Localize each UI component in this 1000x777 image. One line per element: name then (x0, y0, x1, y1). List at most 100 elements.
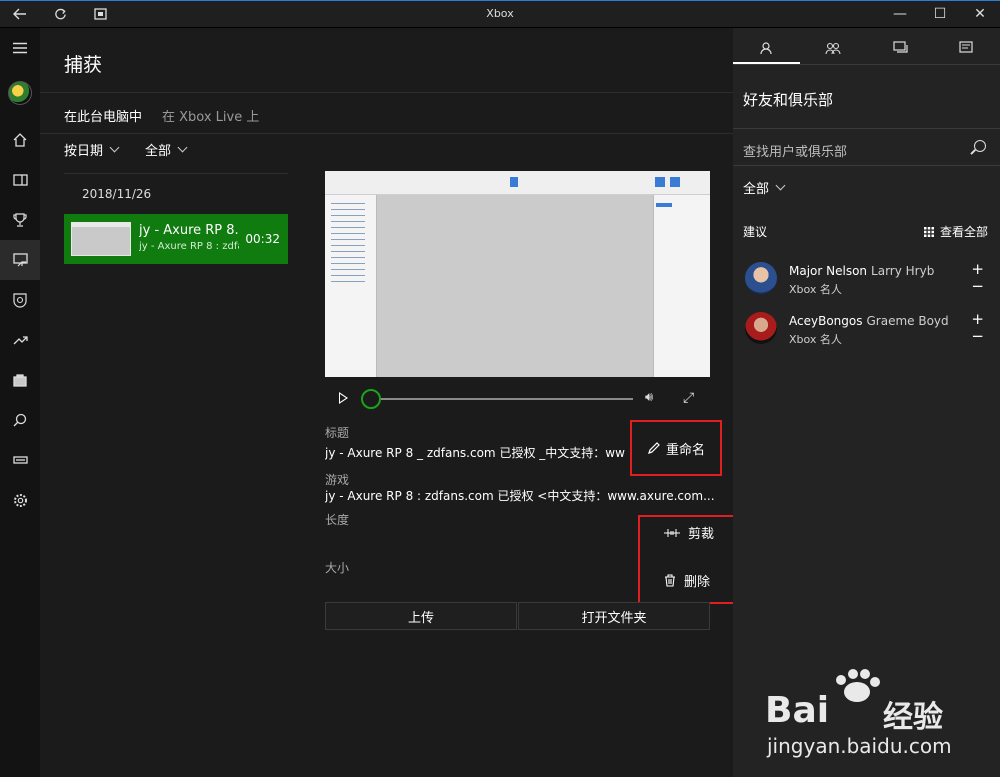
nav-achievements[interactable] (0, 200, 40, 240)
nav-trending[interactable] (0, 320, 40, 360)
party-tab[interactable] (813, 38, 853, 58)
divider (40, 133, 733, 134)
preview-line (331, 203, 365, 204)
friend-search-box[interactable]: 查找用户或俱乐部 (733, 128, 1000, 166)
add-friend-button[interactable]: + (971, 310, 984, 328)
friends-tab[interactable] (746, 38, 786, 58)
friend-name-line: AceyBongos Graeme Boyd (789, 314, 949, 328)
clubs-icon (13, 292, 27, 308)
title-value: jy - Axure RP 8 _ zdfans.com 已授权 _中文支持：w… (325, 446, 625, 460)
volume-icon[interactable]: 🔊︎ (645, 390, 653, 405)
capture-actions-menu: 剪裁 删除 (638, 515, 748, 604)
video-preview[interactable] (325, 171, 710, 377)
capture-list-item[interactable]: jy - Axure RP 8... jy - Axure RP 8 : zdf… (64, 214, 288, 264)
paw-logo-icon (836, 669, 880, 702)
activity-tab[interactable] (946, 38, 986, 58)
maximize-button[interactable]: ☐ (920, 0, 960, 28)
date-header: 2018/11/26 (82, 187, 152, 201)
messages-icon (892, 41, 908, 53)
delete-label: 删除 (684, 575, 711, 590)
friend-real-name: Graeme Boyd (866, 314, 949, 328)
menu-button[interactable] (0, 28, 40, 68)
profile-avatar[interactable] (8, 81, 32, 105)
friend-gamertag: AceyBongos (789, 314, 863, 328)
friend-name-line: Major Nelson Larry Hryb (789, 264, 934, 278)
divider (64, 173, 288, 174)
play-icon[interactable] (339, 392, 348, 404)
divider (733, 64, 1000, 65)
preview-line (331, 221, 365, 222)
upload-button[interactable]: 上传 (325, 602, 517, 630)
trim-button[interactable]: 剪裁 (664, 523, 714, 542)
grid-icon (923, 226, 934, 237)
nav-captures[interactable] (0, 240, 40, 280)
friends-panel: 好友和俱乐部 查找用户或俱乐部 全部 建议 查看全部 Major Nelson L… (733, 28, 1000, 777)
type-dropdown[interactable]: 全部 (145, 140, 188, 159)
captures-icon (12, 253, 28, 267)
dismiss-suggestion-button[interactable]: − (971, 277, 984, 295)
capture-thumbnail (71, 222, 131, 256)
seek-thumb[interactable] (361, 389, 381, 409)
preview-line (331, 275, 365, 276)
sort-dropdown[interactable]: 按日期 (64, 140, 120, 159)
preview-line (331, 263, 365, 264)
suggested-friend[interactable]: Major Nelson Larry Hryb Xbox 名人 + − (733, 260, 1000, 306)
nav-settings[interactable] (0, 480, 40, 520)
friends-filter-dropdown[interactable]: 全部 (743, 178, 786, 197)
captures-pane: 捕获 在此台电脑中 在 Xbox Live 上 按日期 全部 2018/11/2… (40, 28, 748, 777)
window-accent-line (0, 0, 1000, 1)
menu-icon (13, 42, 27, 54)
preview-app-sidebar (325, 195, 377, 377)
rename-button[interactable]: 重命名 (630, 420, 722, 476)
friends-icon (760, 42, 772, 55)
nav-game-dvr[interactable] (0, 160, 40, 200)
activity-feed-icon (959, 41, 973, 53)
size-label: 大小 (325, 561, 350, 575)
fullscreen-icon[interactable]: ⤢ (683, 390, 694, 406)
sort-dropdown-label: 按日期 (64, 144, 104, 159)
avatar (745, 262, 777, 294)
settings-icon (13, 493, 27, 507)
suggested-friend[interactable]: AceyBongos Graeme Boyd Xbox 名人 + − (733, 310, 1000, 356)
watermark-brand-cn: 经验 (883, 700, 943, 735)
see-all-button[interactable]: 查看全部 (923, 223, 988, 240)
nav-store[interactable] (0, 360, 40, 400)
divider (40, 92, 733, 93)
watermark-brand: Bai (765, 690, 830, 731)
preview-app-icon (655, 177, 665, 187)
preview-line (331, 233, 365, 234)
preview-line (331, 209, 365, 210)
dismiss-suggestion-button[interactable]: − (971, 327, 984, 345)
tab-xbox-live[interactable]: 在 Xbox Live 上 (162, 106, 259, 125)
left-nav (0, 28, 40, 777)
trim-icon (664, 528, 680, 537)
friend-gamertag: Major Nelson (789, 264, 868, 278)
minimize-button[interactable]: — (880, 0, 920, 28)
close-button[interactable]: ✕ (960, 0, 1000, 28)
watermark-url: jingyan.baidu.com (767, 734, 952, 758)
messages-tab[interactable] (880, 38, 920, 58)
add-friend-button[interactable]: + (971, 260, 984, 278)
nav-search[interactable] (0, 400, 40, 440)
party-icon (825, 42, 841, 55)
game-label: 游戏 (325, 473, 350, 487)
friends-filter-label: 全部 (743, 182, 770, 197)
preview-line (331, 215, 365, 216)
nav-clubs[interactable] (0, 280, 40, 320)
open-folder-button[interactable]: 打开文件夹 (518, 602, 710, 630)
friend-real-name: Larry Hryb (871, 264, 935, 278)
preview-line (331, 257, 365, 258)
friend-subtitle: Xbox 名人 (789, 283, 842, 296)
capture-duration: 00:32 (245, 232, 280, 246)
tab-this-pc[interactable]: 在此台电脑中 (64, 106, 142, 125)
chevron-down-icon (109, 142, 120, 153)
title-bar: Xbox — ☐ ✕ (0, 0, 1000, 28)
delete-button[interactable]: 删除 (664, 571, 710, 590)
friends-title: 好友和俱乐部 (743, 91, 834, 109)
nav-home[interactable] (0, 120, 40, 160)
type-dropdown-label: 全部 (145, 144, 172, 159)
nav-connect[interactable] (0, 440, 40, 480)
player-controls: 🔊︎ ⤢ (325, 386, 710, 410)
seek-bar[interactable] (371, 398, 633, 400)
search-icon[interactable] (974, 140, 986, 152)
